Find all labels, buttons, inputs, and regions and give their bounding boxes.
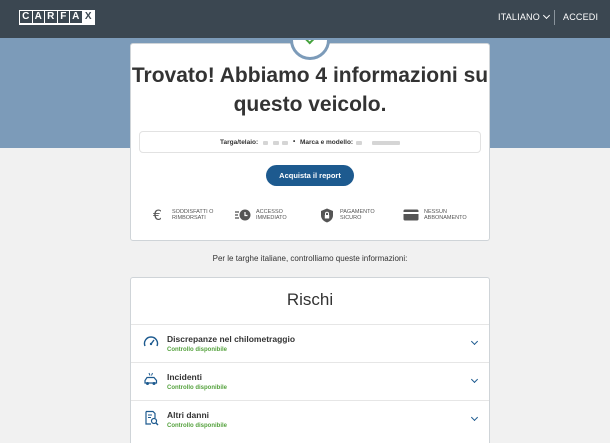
masked-model-value [356,141,362,145]
fast-clock-icon [235,208,251,222]
masked-plate-value [263,141,268,145]
logo-letter: A [32,11,44,23]
svg-text:€: € [153,208,162,222]
masked-plate-value [282,141,288,145]
login-link[interactable]: ACCEDI [563,12,598,22]
chevron-down-icon[interactable] [470,375,479,384]
feature-no-subscription: NESSUN ABBONAMENTO [403,208,468,222]
feature-label: PAGAMENTO SICURO [340,208,375,222]
chevron-down-icon[interactable] [470,337,479,346]
checks-subtitle: Per le targhe italiane, controlliamo que… [212,254,408,263]
result-headline: Trovato! Abbiamo 4 informazioni su quest… [131,64,489,116]
masked-plate-value [273,141,279,145]
damage-report-icon [143,410,159,426]
risk-name: Altri danni [167,410,210,420]
risks-title: Rischi [286,290,334,309]
plate-label: Targa/telaio: [220,139,259,146]
feature-secure-payment: PAGAMENTO SICURO [319,208,380,222]
odometer-icon [143,334,159,350]
top-navigation-bar: C A R F A X ITALIANO ACCEDI [0,0,610,38]
info-separator: • [293,138,296,145]
logo-letter: R [45,11,57,23]
feature-refund: € SODDISFATTI O RIMBORSATI [151,208,218,222]
feature-instant-access: ACCESSO IMMEDIATO [235,208,296,222]
logo-letter: A [70,11,82,23]
header-divider [554,10,555,25]
risk-row-mileage[interactable]: Discrepanze nel chilometraggio Controllo… [131,324,489,362]
logo-letter: X [82,11,94,23]
vehicle-info-box: Targa/telaio: • Marca e modello: [139,131,481,153]
risk-row-accidents[interactable]: Incidenti Controllo disponibile [131,362,489,400]
model-label: Marca e modello: [300,139,354,146]
feature-label: ACCESSO IMMEDIATO [256,208,287,222]
card-icon [403,208,419,222]
language-label: ITALIANO [498,12,540,22]
carfax-logo[interactable]: C A R F A X [19,10,95,25]
risk-status: Controllo disponibile [167,347,227,353]
masked-model-value [372,141,400,145]
logo-letter: C [20,11,32,23]
feature-label: NESSUN ABBONAMENTO [424,208,467,222]
chevron-down-icon[interactable] [470,413,479,422]
language-selector[interactable]: ITALIANO [498,11,550,22]
risk-name: Discrepanze nel chilometraggio [167,334,296,344]
buy-report-button[interactable]: Acquista il report [266,165,354,186]
shield-lock-icon [319,208,335,222]
risk-status: Controllo disponibile [167,385,227,391]
euro-icon: € [151,208,167,222]
car-crash-icon [143,372,159,388]
risk-status: Controllo disponibile [167,423,227,429]
chevron-down-icon [542,11,550,20]
logo-letter: F [57,11,69,23]
risk-name: Incidenti [167,372,202,382]
feature-label: SODDISFATTI O RIMBORSATI [172,208,214,222]
risk-row-other-damage[interactable]: Altri danni Controllo disponibile [131,400,489,438]
